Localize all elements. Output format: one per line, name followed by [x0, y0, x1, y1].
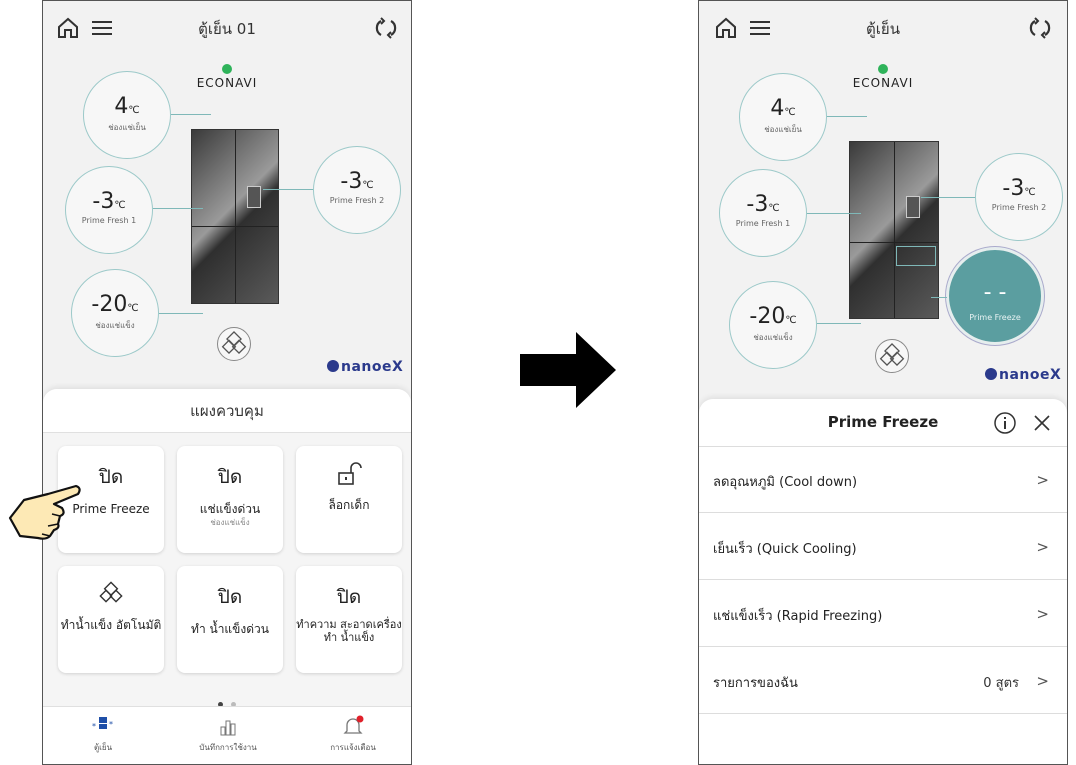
ice-cubes-icon — [99, 581, 123, 603]
leader-line — [171, 114, 211, 115]
top-bar: ตู้เย็น — [699, 1, 1067, 59]
close-icon[interactable] — [1031, 412, 1053, 434]
nav-usage-log[interactable]: บันทึกการใช้งาน — [168, 715, 288, 754]
ice-maker-icon[interactable] — [875, 339, 909, 373]
control-panel-title: แผงควบคุม — [43, 389, 411, 433]
zone-prime-fresh-1-temp[interactable]: -3℃ Prime Fresh 1 — [719, 169, 807, 257]
comparison-stage: ตู้เย็น 01 ECONAVI 4℃ ช่องแช่เย็น -3℃ Pr… — [0, 0, 1076, 765]
svg-text:*: * — [92, 722, 96, 731]
phone-screen-after: ตู้เย็น ECONAVI 4℃ ช่องแช่เย็น -3℃ Prime… — [698, 0, 1068, 765]
nanoe-logo: nanoeX — [985, 367, 1061, 383]
tile-quick-freeze[interactable]: ปิด แช่แข็งด่วน ช่องแช่แข็ง — [177, 446, 283, 553]
chevron-right-icon: > — [1036, 605, 1049, 623]
nav-notifications[interactable]: การแจ้งเตือน — [293, 715, 411, 754]
zone-fridge-temp[interactable]: 4℃ ช่องแช่เย็น — [739, 73, 827, 161]
leader-line — [159, 313, 203, 314]
refresh-icon[interactable] — [373, 15, 399, 41]
page-title: ตู้เย็น — [866, 20, 900, 38]
leader-line — [921, 197, 975, 198]
prime-freeze-sheet: Prime Freeze ลดอุณหภูมิ (Cool down) > เย… — [699, 399, 1067, 764]
fridge-image — [191, 129, 279, 304]
leader-line — [263, 189, 313, 190]
leader-line — [153, 208, 203, 209]
chevron-right-icon: > — [1036, 471, 1049, 489]
econavi-leaf-icon — [222, 64, 232, 74]
zone-prime-fresh-1-temp[interactable]: -3℃ Prime Fresh 1 — [65, 166, 153, 254]
bottom-navigation: * * ตู้เย็น บันทึกการใช้งาน การแจ้งเตือน — [43, 706, 411, 764]
zone-prime-freeze-temp[interactable]: - - Prime Freeze — [946, 247, 1044, 345]
phone-screen-before: ตู้เย็น 01 ECONAVI 4℃ ช่องแช่เย็น -3℃ Pr… — [42, 0, 412, 765]
sheet-header: Prime Freeze — [699, 399, 1067, 447]
chevron-right-icon: > — [1036, 672, 1049, 690]
refresh-icon[interactable] — [1027, 15, 1053, 41]
tile-quick-ice[interactable]: ปิด ทำ น้ำแข็งด่วน — [177, 566, 283, 673]
zone-prime-fresh-2-temp[interactable]: -3℃ Prime Fresh 2 — [975, 153, 1063, 241]
leader-line — [931, 297, 947, 298]
leader-line — [807, 213, 861, 214]
tile-auto-ice[interactable]: ทำน้ำแข็ง อัตโนมัติ — [58, 566, 164, 673]
bar-chart-icon — [220, 720, 236, 736]
zone-prime-fresh-2-temp[interactable]: -3℃ Prime Fresh 2 — [313, 146, 401, 234]
nanoe-dot-icon — [985, 368, 997, 380]
right-arrow-icon — [520, 332, 616, 408]
zone-fridge-temp[interactable]: 4℃ ช่องแช่เย็น — [83, 71, 171, 159]
menu-item-my-list[interactable]: รายการของฉัน 0 สูตร > — [699, 648, 1067, 714]
fridge-image — [849, 141, 939, 319]
menu-item-cool-down[interactable]: ลดอุณหภูมิ (Cool down) > — [699, 447, 1067, 513]
bell-icon — [343, 715, 364, 734]
zone-freezer-temp[interactable]: -20℃ ช่องแช่แข็ง — [729, 281, 817, 369]
leader-line — [827, 116, 867, 117]
tile-clean-ice-maker[interactable]: ปิด ทำความ สะอาดเครื่องทำ น้ำแข็ง — [296, 566, 402, 673]
chevron-right-icon: > — [1036, 538, 1049, 556]
tile-child-lock[interactable]: ล็อกเด็ก — [296, 446, 402, 553]
info-icon[interactable] — [993, 411, 1017, 435]
nav-fridge[interactable]: * * ตู้เย็น — [43, 715, 163, 754]
svg-text:*: * — [109, 720, 113, 729]
ice-maker-icon[interactable] — [217, 327, 251, 361]
page-title: ตู้เย็น 01 — [198, 20, 256, 38]
top-bar: ตู้เย็น 01 — [43, 1, 411, 59]
nanoe-logo: nanoeX — [327, 359, 403, 375]
zone-freezer-temp[interactable]: -20℃ ช่องแช่แข็ง — [71, 269, 159, 357]
pointing-hand-icon — [8, 484, 81, 540]
menu-item-rapid-freezing[interactable]: แช่แข็งเร็ว (Rapid Freezing) > — [699, 581, 1067, 647]
fridge-nav-icon: * * — [92, 717, 113, 731]
menu-item-quick-cooling[interactable]: เย็นเร็ว (Quick Cooling) > — [699, 514, 1067, 580]
econavi-leaf-icon — [878, 64, 888, 74]
nanoe-dot-icon — [327, 360, 339, 372]
unlock-icon — [338, 462, 362, 485]
leader-line — [817, 323, 861, 324]
